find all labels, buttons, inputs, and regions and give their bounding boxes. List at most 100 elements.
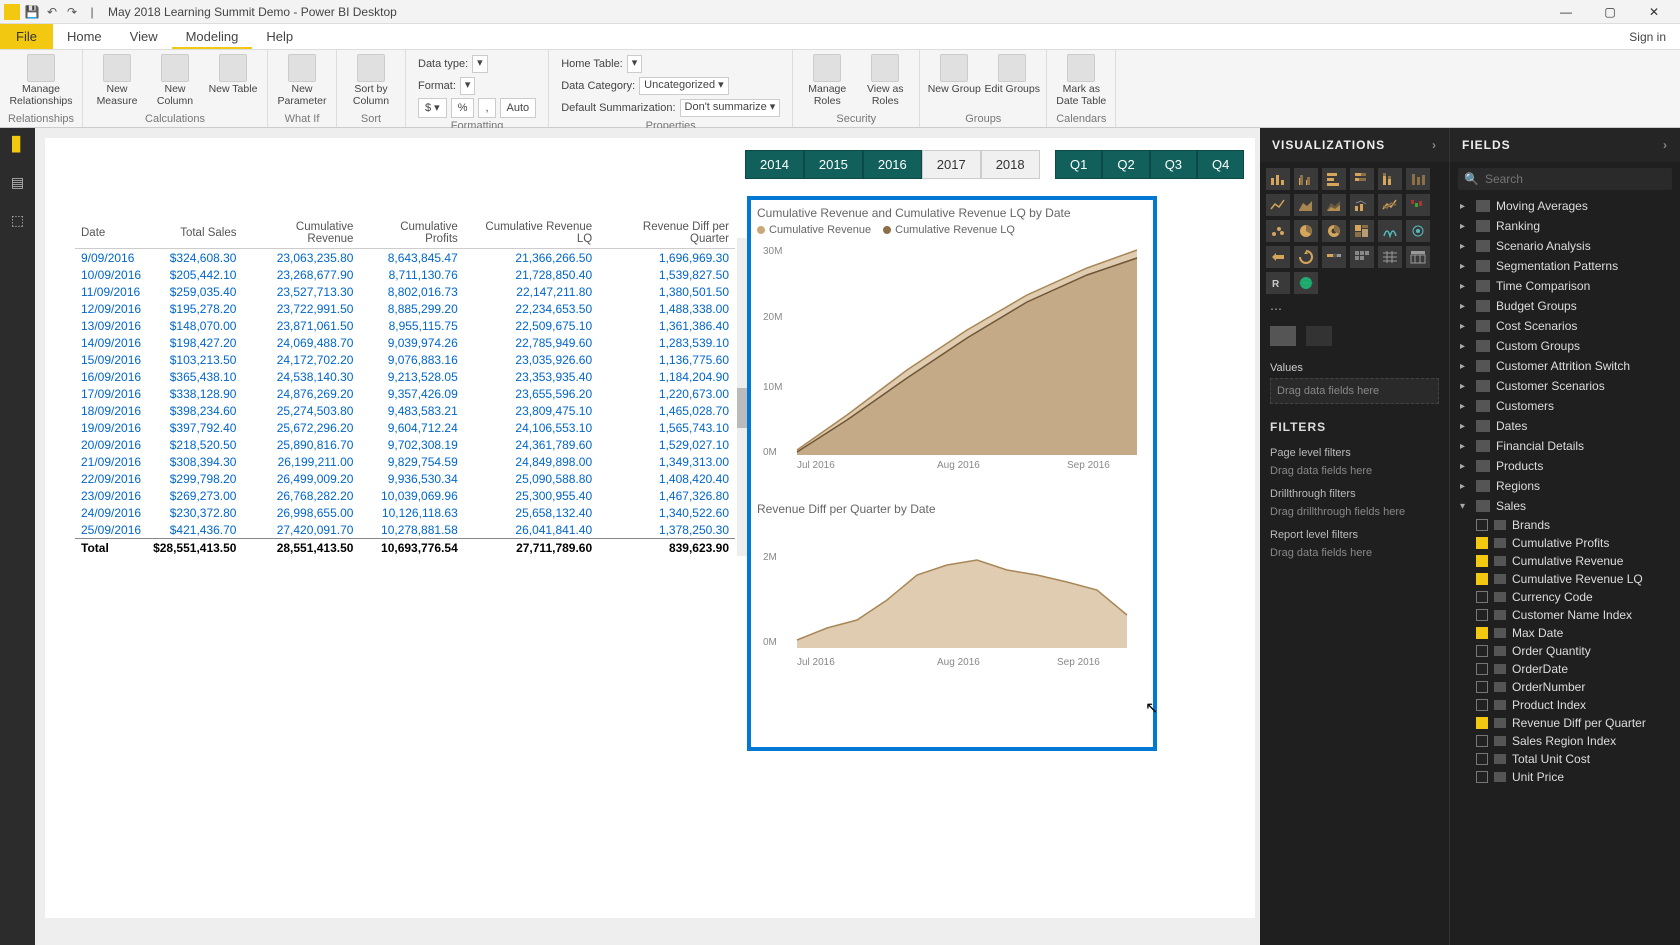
table-sales[interactable]: ▾Sales [1454,496,1676,516]
viz-type-21[interactable] [1350,246,1374,268]
defsum-select[interactable]: Don't summarize ▾ [680,99,781,117]
field-max-date[interactable]: Max Date [1454,624,1676,642]
quarter-Q2[interactable]: Q2 [1102,150,1149,179]
tab-home[interactable]: Home [53,24,116,49]
viz-type-13[interactable] [1294,220,1318,242]
field-revenue-diff-per-quarter[interactable]: Revenue Diff per Quarter [1454,714,1676,732]
manage-roles-button[interactable]: Manage Roles [799,52,855,107]
signin-link[interactable]: Sign in [1615,24,1680,49]
table-segmentation-patterns[interactable]: ▸Segmentation Patterns [1454,256,1676,276]
field-currency-code[interactable]: Currency Code [1454,588,1676,606]
year-2014[interactable]: 2014 [745,150,804,179]
field-unit-price[interactable]: Unit Price [1454,768,1676,786]
new-parameter-button[interactable]: New Parameter [274,52,330,107]
table-row[interactable]: 11/09/2016$259,035.4023,527,713.308,802,… [75,283,735,300]
field-ordernumber[interactable]: OrderNumber [1454,678,1676,696]
viz-type-11[interactable] [1406,194,1430,216]
field-cumulative-revenue-lq[interactable]: Cumulative Revenue LQ [1454,570,1676,588]
table-row[interactable]: 25/09/2016$421,436.7027,420,091.7010,278… [75,521,735,539]
table-row[interactable]: 14/09/2016$198,427.2024,069,488.709,039,… [75,334,735,351]
checkbox[interactable] [1476,753,1488,765]
table-row[interactable]: 13/09/2016$148,070.0023,871,061.508,955,… [75,317,735,334]
drill-filters-drop[interactable]: Drag drillthrough fields here [1270,503,1439,526]
table-cost-scenarios[interactable]: ▸Cost Scenarios [1454,316,1676,336]
checkbox[interactable] [1476,591,1488,603]
field-orderdate[interactable]: OrderDate [1454,660,1676,678]
table-row[interactable]: 10/09/2016$205,442.1023,268,677.908,711,… [75,266,735,283]
viz-type-24[interactable]: R [1266,272,1290,294]
checkbox[interactable] [1476,573,1488,585]
viz-type-12[interactable] [1266,220,1290,242]
viz-collapse-icon[interactable]: › [1432,138,1437,152]
table-row[interactable]: 16/09/2016$365,438.1024,538,140.309,213,… [75,368,735,385]
currency-button[interactable]: $ ▾ [418,98,447,118]
checkbox[interactable] [1476,663,1488,675]
viz-type-3[interactable] [1350,168,1374,190]
checkbox[interactable] [1476,681,1488,693]
viz-type-7[interactable] [1294,194,1318,216]
quarter-slicer[interactable]: Q1Q2Q3Q4 [1055,150,1244,179]
col-header[interactable]: Cumulative Revenue LQ [464,218,598,249]
quarter-Q4[interactable]: Q4 [1197,150,1244,179]
viz-type-2[interactable] [1322,168,1346,190]
field-product-index[interactable]: Product Index [1454,696,1676,714]
search-input[interactable] [1485,172,1666,186]
diff-chart[interactable]: Revenue Diff per Quarter by Date 2M 0M J… [757,502,1147,682]
viz-type-16[interactable] [1378,220,1402,242]
edit-groups-button[interactable]: Edit Groups [984,52,1040,96]
checkbox[interactable] [1476,627,1488,639]
table-row[interactable]: 19/09/2016$397,792.4025,672,296.209,604,… [75,419,735,436]
table-scrollbar[interactable] [737,238,747,556]
new-column-button[interactable]: New Column [147,52,203,107]
viz-type-1[interactable] [1294,168,1318,190]
percent-button[interactable]: % [451,98,475,118]
viz-type-9[interactable] [1350,194,1374,216]
table-row[interactable]: 15/09/2016$103,213.5024,172,702.209,076,… [75,351,735,368]
table-row[interactable]: 18/09/2016$398,234.6025,274,503.809,483,… [75,402,735,419]
col-header[interactable]: Total Sales [147,218,242,249]
viz-type-6[interactable] [1266,194,1290,216]
table-customer-attrition-switch[interactable]: ▸Customer Attrition Switch [1454,356,1676,376]
new-group-button[interactable]: New Group [926,52,982,96]
checkbox[interactable] [1476,699,1488,711]
col-header[interactable]: Cumulative Revenue [242,218,359,249]
table-row[interactable]: 12/09/2016$195,278.2023,722,991.508,885,… [75,300,735,317]
table-visual[interactable]: DateTotal SalesCumulative RevenueCumulat… [75,218,735,556]
table-row[interactable]: 23/09/2016$269,273.0026,768,282.2010,039… [75,487,735,504]
table-customers[interactable]: ▸Customers [1454,396,1676,416]
viz-type-25[interactable] [1294,272,1318,294]
save-icon[interactable]: 💾 [24,4,40,20]
viz-type-0[interactable] [1266,168,1290,190]
table-row[interactable]: 17/09/2016$338,128.9024,876,269.209,357,… [75,385,735,402]
redo-icon[interactable]: ↷ [64,4,80,20]
file-tab[interactable]: File [0,24,53,49]
table-regions[interactable]: ▸Regions [1454,476,1676,496]
datatype-select[interactable]: ▾ [472,55,488,73]
tab-help[interactable]: Help [252,24,307,49]
viz-type-23[interactable] [1406,246,1430,268]
col-header[interactable]: Date [75,218,147,249]
hometable-select[interactable]: ▾ [627,55,643,73]
fields-well-tab[interactable] [1270,326,1296,346]
close-button[interactable]: ✕ [1632,0,1676,24]
viz-type-5[interactable] [1406,168,1430,190]
model-view-icon[interactable]: ⬚ [8,212,28,232]
minimize-button[interactable]: — [1544,0,1588,24]
table-products[interactable]: ▸Products [1454,456,1676,476]
cumulative-chart[interactable]: Cumulative Revenue and Cumulative Revenu… [757,206,1147,486]
field-order-quantity[interactable]: Order Quantity [1454,642,1676,660]
tab-modeling[interactable]: Modeling [172,24,253,49]
report-filters-drop[interactable]: Drag data fields here [1270,544,1439,567]
fields-collapse-icon[interactable]: › [1663,138,1668,152]
col-header[interactable]: Cumulative Profits [359,218,463,249]
viz-type-20[interactable] [1322,246,1346,268]
field-cumulative-profits[interactable]: Cumulative Profits [1454,534,1676,552]
viz-type-8[interactable] [1322,194,1346,216]
viz-type-18[interactable] [1266,246,1290,268]
col-header[interactable]: Revenue Diff per Quarter [598,218,735,249]
new-measure-button[interactable]: New Measure [89,52,145,107]
table-row[interactable]: 9/09/2016$324,608.3023,063,235.808,643,8… [75,249,735,267]
field-total-unit-cost[interactable]: Total Unit Cost [1454,750,1676,768]
year-slicer[interactable]: 20142015201620172018 [745,150,1040,179]
tab-view[interactable]: View [116,24,172,49]
